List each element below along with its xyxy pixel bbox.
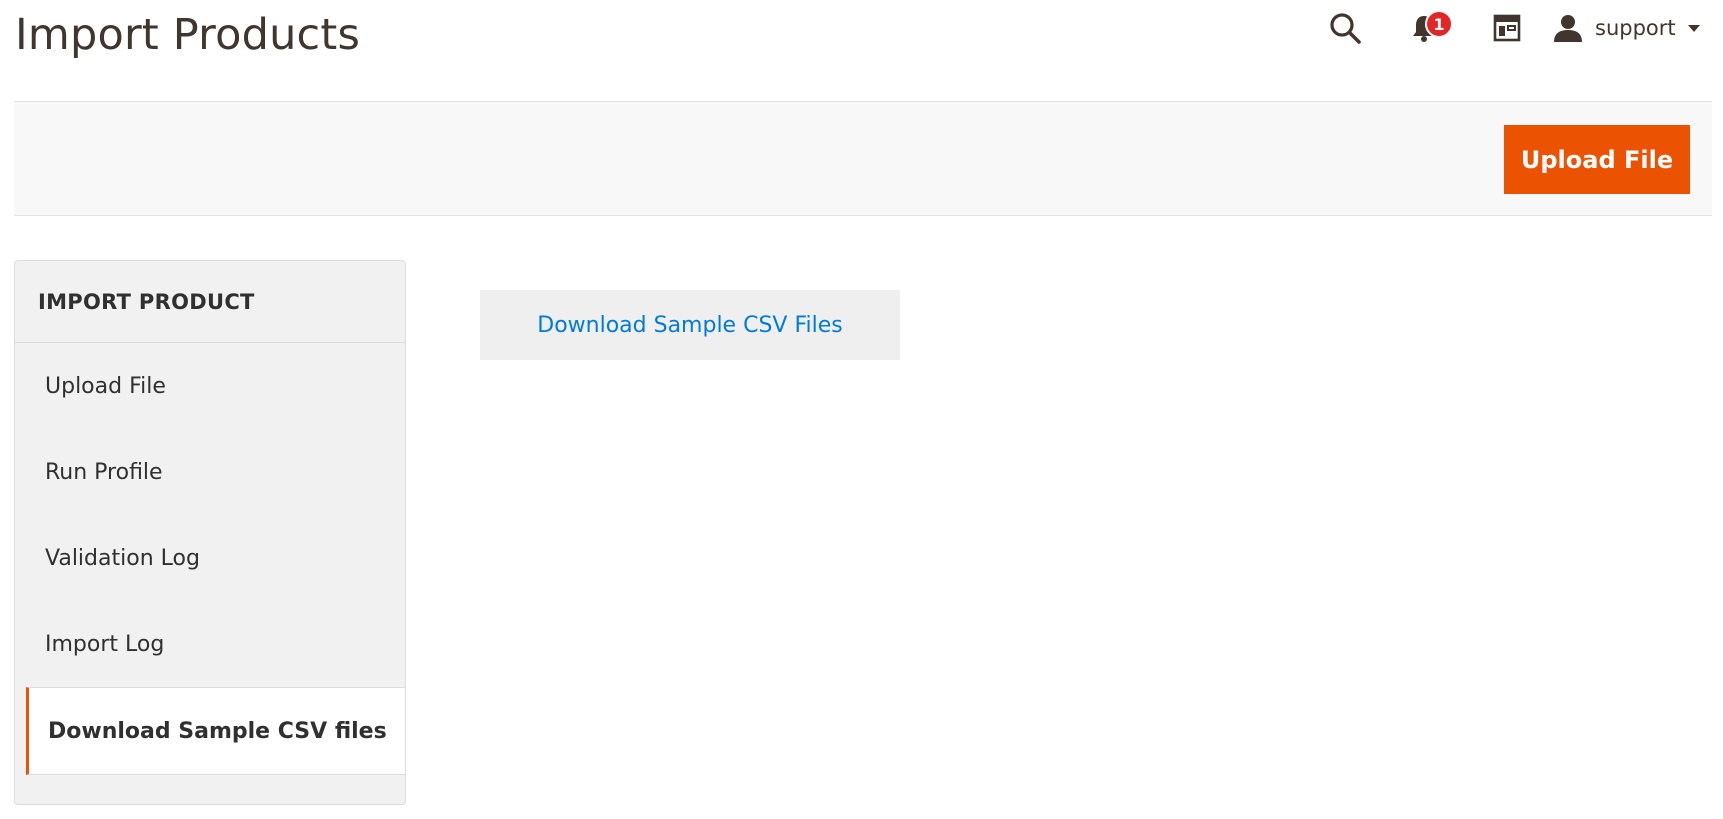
sidebar-item-import-log[interactable]: Import Log	[15, 601, 405, 687]
download-sample-csv-link[interactable]: Download Sample CSV Files	[537, 313, 842, 338]
page-title: Import Products	[15, 10, 361, 60]
download-sample-panel: Download Sample CSV Files	[480, 290, 900, 360]
sidebar-item-download-sample-csv[interactable]: Download Sample CSV files	[26, 687, 405, 775]
notifications-button[interactable]: 1	[1403, 8, 1453, 48]
import-product-tabs: IMPORT PRODUCT Upload File Run Profile V…	[14, 260, 406, 805]
sidebar-item-label: Import Log	[45, 631, 165, 657]
user-name: support	[1595, 16, 1676, 40]
sidebar-item-run-profile[interactable]: Run Profile	[15, 429, 405, 515]
sidebar-item-label: Download Sample CSV files	[48, 718, 387, 744]
storefront-icon	[1493, 14, 1521, 42]
page-actions-bar: Upload File	[14, 101, 1712, 216]
sidebar-item-label: Run Profile	[45, 459, 163, 485]
notification-count-badge: 1	[1425, 10, 1453, 38]
store-view-button[interactable]	[1485, 8, 1529, 48]
user-menu[interactable]: support	[1553, 8, 1723, 48]
sidebar-item-label: Validation Log	[45, 545, 200, 571]
sidebar-item-label: Upload File	[45, 373, 166, 399]
upload-file-button[interactable]: Upload File	[1504, 125, 1690, 194]
chevron-down-icon	[1687, 24, 1700, 32]
search-icon	[1328, 11, 1362, 45]
search-button[interactable]	[1323, 8, 1367, 48]
sidebar-item-upload-file[interactable]: Upload File	[15, 343, 405, 429]
user-icon	[1553, 13, 1583, 43]
sidebar-item-validation-log[interactable]: Validation Log	[15, 515, 405, 601]
sidebar-title: IMPORT PRODUCT	[15, 261, 405, 343]
